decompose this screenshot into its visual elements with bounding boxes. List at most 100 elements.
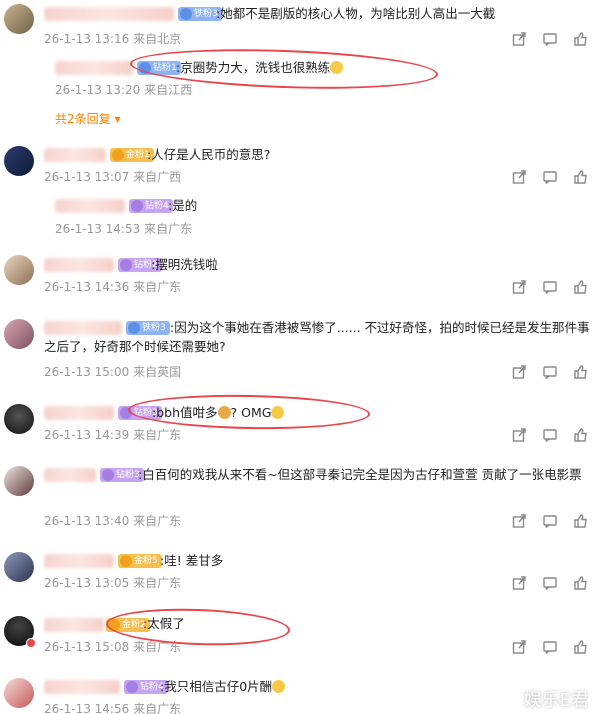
username-blur[interactable] [44,618,104,632]
like-icon[interactable] [565,279,596,295]
comment-location: 来自广西 [133,170,182,184]
comment-meta: 26-1-13 13:07 来自广西 [44,168,181,185]
badge-label: 钻粉1 [153,63,177,73]
comment-time: 26-1-13 15:00 [44,365,130,379]
comment-actions [503,169,596,185]
comment-row: 金粉1 :人仔是人民币的意思? 26-1-13 13:07 来自广西 [0,138,597,194]
comment-row: 金粉2 :太假了 26-1-13 15:08 来自广东 [0,610,597,665]
replies-toggle-label: 共2条回复 [55,112,111,126]
reply-meta: 26-1-13 14:53 来自广东 [55,220,192,237]
share-icon[interactable] [503,513,534,529]
avatar[interactable] [4,678,34,708]
comment-time: 26-1-13 15:08 [44,640,130,654]
comment-row: 钻粉4 :我只相信古仔0片酬 26-1-13 14:56 来自广东 [0,674,597,714]
comment-text: :她都不是剧版的核心人物，为啥比别人高出一大截 [216,6,496,21]
share-icon[interactable] [503,279,534,295]
comment-actions [503,279,596,295]
comment-time: 26-1-13 14:36 [44,280,130,294]
avatar[interactable] [4,404,34,434]
share-icon[interactable] [503,169,534,185]
comment-location: 来自北京 [133,32,182,46]
badge-label: 铁粉3 [194,9,218,19]
share-icon[interactable] [503,427,534,443]
like-icon[interactable] [565,169,596,185]
comment-icon[interactable] [534,279,565,295]
reply-time: 26-1-13 13:20 [55,83,141,97]
username-blur[interactable] [44,258,114,272]
comment-actions [503,575,596,591]
badge-icon [120,407,132,419]
share-icon[interactable] [503,575,534,591]
comment-actions [503,513,596,529]
fan-badge: 钻粉1 [137,61,181,75]
badge-icon [131,200,143,212]
watermark: 娱乐E君 [523,690,589,711]
comment-row: 钻粉3 :白百何的戏我从来不看~但这部寻秦记完全是因为古仔和萱萱 贡献了一张电影… [0,460,597,535]
like-icon[interactable] [565,575,596,591]
comment-icon[interactable] [534,513,565,529]
fan-badge: 钻粉4 [129,199,173,213]
like-icon[interactable] [565,639,596,655]
comment-meta: 26-1-13 14:39 来自广东 [44,426,181,443]
replies-toggle[interactable]: 共2条回复 ▾ [55,110,121,127]
like-icon[interactable] [565,427,596,443]
comment-text: :哇! 差甘多 [160,553,224,568]
username-blur[interactable] [44,406,114,420]
comment-icon[interactable] [534,427,565,443]
comment-text-content: :我只相信古仔0片酬 [160,679,273,694]
comment-row: 铁粉3 :她都不是剧版的核心人物，为啥比别人高出一大截 26-1-13 13:1… [0,0,597,55]
comment-location: 来自广东 [133,514,182,528]
comment-time: 26-1-13 13:07 [44,170,130,184]
comment-meta: 26-1-13 15:08 来自广东 [44,638,181,655]
comment-text: :我只相信古仔0片酬 [160,677,286,696]
comment-location: 来自广东 [133,702,182,714]
reply-meta: 26-1-13 13:20 来自江西 [55,81,192,98]
avatar[interactable] [4,319,34,349]
username-blur[interactable] [44,7,174,21]
badge-icon [108,619,120,631]
avatar[interactable] [4,4,34,34]
reply-text-content: :京圈势力大，洗钱也很熟练 [176,60,331,75]
comment-meta: 26-1-13 14:56 来自广东 [44,700,181,714]
badge-icon [126,681,138,693]
username-blur[interactable] [55,61,133,75]
comment-icon[interactable] [534,639,565,655]
comment-location: 来自广东 [133,576,182,590]
badge-icon [112,149,124,161]
comment-actions [503,639,596,655]
share-icon[interactable] [503,364,534,380]
like-icon[interactable] [565,31,596,47]
share-icon[interactable] [503,639,534,655]
comment-icon[interactable] [534,169,565,185]
avatar[interactable] [4,466,34,496]
comment-text: :bbh值咁多 ? OMG [152,403,285,422]
username-blur[interactable] [55,199,125,213]
share-icon[interactable] [503,31,534,47]
avatar[interactable] [4,255,34,285]
comment-icon[interactable] [534,364,565,380]
emoji-icon [330,61,344,74]
like-icon[interactable] [565,364,596,380]
reply-text: :京圈势力大，洗钱也很熟练 [176,58,344,77]
avatar[interactable] [4,146,34,176]
comment-text: :摆明洗钱啦 [151,257,218,272]
username-blur[interactable] [44,148,106,162]
avatar[interactable] [4,552,34,582]
comment-time: 26-1-13 14:56 [44,702,130,714]
comment-text: :人仔是人民币的意思? [147,147,271,162]
comment-actions [503,364,596,380]
emoji-icon [272,680,286,693]
username-blur[interactable] [44,554,114,568]
username-blur[interactable] [44,680,120,694]
fan-badge: 金粉5 [118,554,162,568]
like-icon[interactable] [565,513,596,529]
comment-text: :白百何的戏我从来不看~但这部寻秦记完全是因为古仔和萱萱 贡献了一张电影票 [138,467,582,482]
comment-row: 金粉5 :哇! 差甘多 26-1-13 13:05 来自广东 [0,546,597,601]
reply-location: 来自江西 [144,83,193,97]
badge-label: 钻粉4 [145,201,169,211]
reply-text: :是的 [168,198,198,213]
comment-actions [503,427,596,443]
comment-icon[interactable] [534,575,565,591]
comment-icon[interactable] [534,31,565,47]
comment-row: 钻粉2 :摆明洗钱啦 26-1-13 14:36 来自广东 [0,250,597,305]
